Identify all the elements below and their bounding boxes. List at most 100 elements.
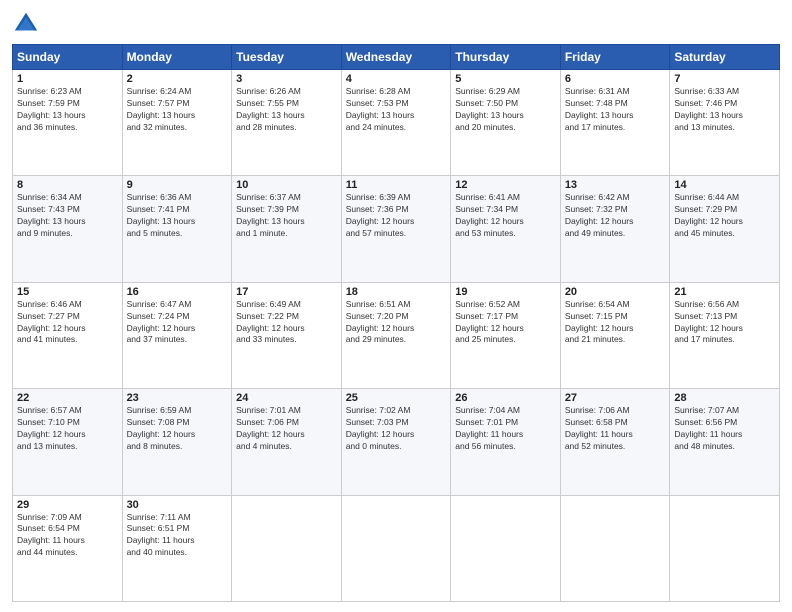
day-number: 27 bbox=[565, 392, 666, 404]
day-number: 29 bbox=[17, 499, 118, 511]
table-row: 9Sunrise: 6:36 AM Sunset: 7:41 PM Daylig… bbox=[122, 176, 232, 282]
table-row: 4Sunrise: 6:28 AM Sunset: 7:53 PM Daylig… bbox=[341, 70, 451, 176]
table-row: 25Sunrise: 7:02 AM Sunset: 7:03 PM Dayli… bbox=[341, 389, 451, 495]
table-row: 22Sunrise: 6:57 AM Sunset: 7:10 PM Dayli… bbox=[13, 389, 123, 495]
col-header-monday: Monday bbox=[122, 45, 232, 70]
table-row: 30Sunrise: 7:11 AM Sunset: 6:51 PM Dayli… bbox=[122, 495, 232, 601]
calendar-table: SundayMondayTuesdayWednesdayThursdayFrid… bbox=[12, 44, 780, 602]
day-number: 4 bbox=[346, 73, 447, 85]
day-number: 10 bbox=[236, 179, 337, 191]
day-number: 1 bbox=[17, 73, 118, 85]
table-row: 28Sunrise: 7:07 AM Sunset: 6:56 PM Dayli… bbox=[670, 389, 780, 495]
day-number: 11 bbox=[346, 179, 447, 191]
table-row: 17Sunrise: 6:49 AM Sunset: 7:22 PM Dayli… bbox=[232, 282, 342, 388]
table-row: 2Sunrise: 6:24 AM Sunset: 7:57 PM Daylig… bbox=[122, 70, 232, 176]
day-number: 7 bbox=[674, 73, 775, 85]
logo-icon bbox=[12, 10, 40, 38]
day-info: Sunrise: 6:46 AM Sunset: 7:27 PM Dayligh… bbox=[17, 299, 118, 347]
day-number: 6 bbox=[565, 73, 666, 85]
col-header-friday: Friday bbox=[560, 45, 670, 70]
col-header-tuesday: Tuesday bbox=[232, 45, 342, 70]
day-info: Sunrise: 6:33 AM Sunset: 7:46 PM Dayligh… bbox=[674, 86, 775, 134]
table-row bbox=[451, 495, 561, 601]
day-number: 19 bbox=[455, 286, 556, 298]
day-info: Sunrise: 6:39 AM Sunset: 7:36 PM Dayligh… bbox=[346, 192, 447, 240]
day-info: Sunrise: 6:26 AM Sunset: 7:55 PM Dayligh… bbox=[236, 86, 337, 134]
day-number: 8 bbox=[17, 179, 118, 191]
day-info: Sunrise: 7:11 AM Sunset: 6:51 PM Dayligh… bbox=[127, 512, 228, 560]
day-info: Sunrise: 7:01 AM Sunset: 7:06 PM Dayligh… bbox=[236, 405, 337, 453]
day-number: 13 bbox=[565, 179, 666, 191]
day-number: 30 bbox=[127, 499, 228, 511]
day-number: 26 bbox=[455, 392, 556, 404]
table-row: 7Sunrise: 6:33 AM Sunset: 7:46 PM Daylig… bbox=[670, 70, 780, 176]
logo bbox=[12, 10, 44, 38]
table-row: 26Sunrise: 7:04 AM Sunset: 7:01 PM Dayli… bbox=[451, 389, 561, 495]
day-number: 23 bbox=[127, 392, 228, 404]
day-info: Sunrise: 7:09 AM Sunset: 6:54 PM Dayligh… bbox=[17, 512, 118, 560]
day-info: Sunrise: 6:34 AM Sunset: 7:43 PM Dayligh… bbox=[17, 192, 118, 240]
day-info: Sunrise: 6:36 AM Sunset: 7:41 PM Dayligh… bbox=[127, 192, 228, 240]
day-info: Sunrise: 6:52 AM Sunset: 7:17 PM Dayligh… bbox=[455, 299, 556, 347]
table-row bbox=[341, 495, 451, 601]
col-header-sunday: Sunday bbox=[13, 45, 123, 70]
table-row: 24Sunrise: 7:01 AM Sunset: 7:06 PM Dayli… bbox=[232, 389, 342, 495]
col-header-thursday: Thursday bbox=[451, 45, 561, 70]
table-row: 12Sunrise: 6:41 AM Sunset: 7:34 PM Dayli… bbox=[451, 176, 561, 282]
day-info: Sunrise: 6:24 AM Sunset: 7:57 PM Dayligh… bbox=[127, 86, 228, 134]
table-row: 14Sunrise: 6:44 AM Sunset: 7:29 PM Dayli… bbox=[670, 176, 780, 282]
day-info: Sunrise: 6:56 AM Sunset: 7:13 PM Dayligh… bbox=[674, 299, 775, 347]
table-row bbox=[560, 495, 670, 601]
day-info: Sunrise: 6:31 AM Sunset: 7:48 PM Dayligh… bbox=[565, 86, 666, 134]
day-info: Sunrise: 6:29 AM Sunset: 7:50 PM Dayligh… bbox=[455, 86, 556, 134]
day-number: 28 bbox=[674, 392, 775, 404]
day-info: Sunrise: 6:57 AM Sunset: 7:10 PM Dayligh… bbox=[17, 405, 118, 453]
day-number: 14 bbox=[674, 179, 775, 191]
day-info: Sunrise: 6:28 AM Sunset: 7:53 PM Dayligh… bbox=[346, 86, 447, 134]
day-info: Sunrise: 6:54 AM Sunset: 7:15 PM Dayligh… bbox=[565, 299, 666, 347]
table-row: 19Sunrise: 6:52 AM Sunset: 7:17 PM Dayli… bbox=[451, 282, 561, 388]
table-row: 8Sunrise: 6:34 AM Sunset: 7:43 PM Daylig… bbox=[13, 176, 123, 282]
table-row: 11Sunrise: 6:39 AM Sunset: 7:36 PM Dayli… bbox=[341, 176, 451, 282]
day-info: Sunrise: 6:44 AM Sunset: 7:29 PM Dayligh… bbox=[674, 192, 775, 240]
col-header-saturday: Saturday bbox=[670, 45, 780, 70]
table-row: 29Sunrise: 7:09 AM Sunset: 6:54 PM Dayli… bbox=[13, 495, 123, 601]
header bbox=[12, 10, 780, 38]
table-row: 5Sunrise: 6:29 AM Sunset: 7:50 PM Daylig… bbox=[451, 70, 561, 176]
table-row: 10Sunrise: 6:37 AM Sunset: 7:39 PM Dayli… bbox=[232, 176, 342, 282]
day-number: 12 bbox=[455, 179, 556, 191]
table-row: 23Sunrise: 6:59 AM Sunset: 7:08 PM Dayli… bbox=[122, 389, 232, 495]
day-info: Sunrise: 6:51 AM Sunset: 7:20 PM Dayligh… bbox=[346, 299, 447, 347]
day-number: 5 bbox=[455, 73, 556, 85]
day-number: 15 bbox=[17, 286, 118, 298]
table-row: 6Sunrise: 6:31 AM Sunset: 7:48 PM Daylig… bbox=[560, 70, 670, 176]
day-info: Sunrise: 6:37 AM Sunset: 7:39 PM Dayligh… bbox=[236, 192, 337, 240]
day-number: 22 bbox=[17, 392, 118, 404]
day-number: 20 bbox=[565, 286, 666, 298]
table-row bbox=[232, 495, 342, 601]
table-row bbox=[670, 495, 780, 601]
day-info: Sunrise: 6:23 AM Sunset: 7:59 PM Dayligh… bbox=[17, 86, 118, 134]
day-number: 18 bbox=[346, 286, 447, 298]
table-row: 13Sunrise: 6:42 AM Sunset: 7:32 PM Dayli… bbox=[560, 176, 670, 282]
day-info: Sunrise: 7:07 AM Sunset: 6:56 PM Dayligh… bbox=[674, 405, 775, 453]
table-row: 18Sunrise: 6:51 AM Sunset: 7:20 PM Dayli… bbox=[341, 282, 451, 388]
table-row: 3Sunrise: 6:26 AM Sunset: 7:55 PM Daylig… bbox=[232, 70, 342, 176]
day-info: Sunrise: 6:41 AM Sunset: 7:34 PM Dayligh… bbox=[455, 192, 556, 240]
table-row: 1Sunrise: 6:23 AM Sunset: 7:59 PM Daylig… bbox=[13, 70, 123, 176]
day-number: 24 bbox=[236, 392, 337, 404]
table-row: 20Sunrise: 6:54 AM Sunset: 7:15 PM Dayli… bbox=[560, 282, 670, 388]
day-info: Sunrise: 6:42 AM Sunset: 7:32 PM Dayligh… bbox=[565, 192, 666, 240]
day-number: 3 bbox=[236, 73, 337, 85]
table-row: 27Sunrise: 7:06 AM Sunset: 6:58 PM Dayli… bbox=[560, 389, 670, 495]
table-row: 15Sunrise: 6:46 AM Sunset: 7:27 PM Dayli… bbox=[13, 282, 123, 388]
page: SundayMondayTuesdayWednesdayThursdayFrid… bbox=[0, 0, 792, 612]
col-header-wednesday: Wednesday bbox=[341, 45, 451, 70]
day-number: 21 bbox=[674, 286, 775, 298]
day-number: 2 bbox=[127, 73, 228, 85]
table-row: 21Sunrise: 6:56 AM Sunset: 7:13 PM Dayli… bbox=[670, 282, 780, 388]
day-number: 9 bbox=[127, 179, 228, 191]
day-info: Sunrise: 7:04 AM Sunset: 7:01 PM Dayligh… bbox=[455, 405, 556, 453]
day-info: Sunrise: 6:47 AM Sunset: 7:24 PM Dayligh… bbox=[127, 299, 228, 347]
day-info: Sunrise: 6:59 AM Sunset: 7:08 PM Dayligh… bbox=[127, 405, 228, 453]
